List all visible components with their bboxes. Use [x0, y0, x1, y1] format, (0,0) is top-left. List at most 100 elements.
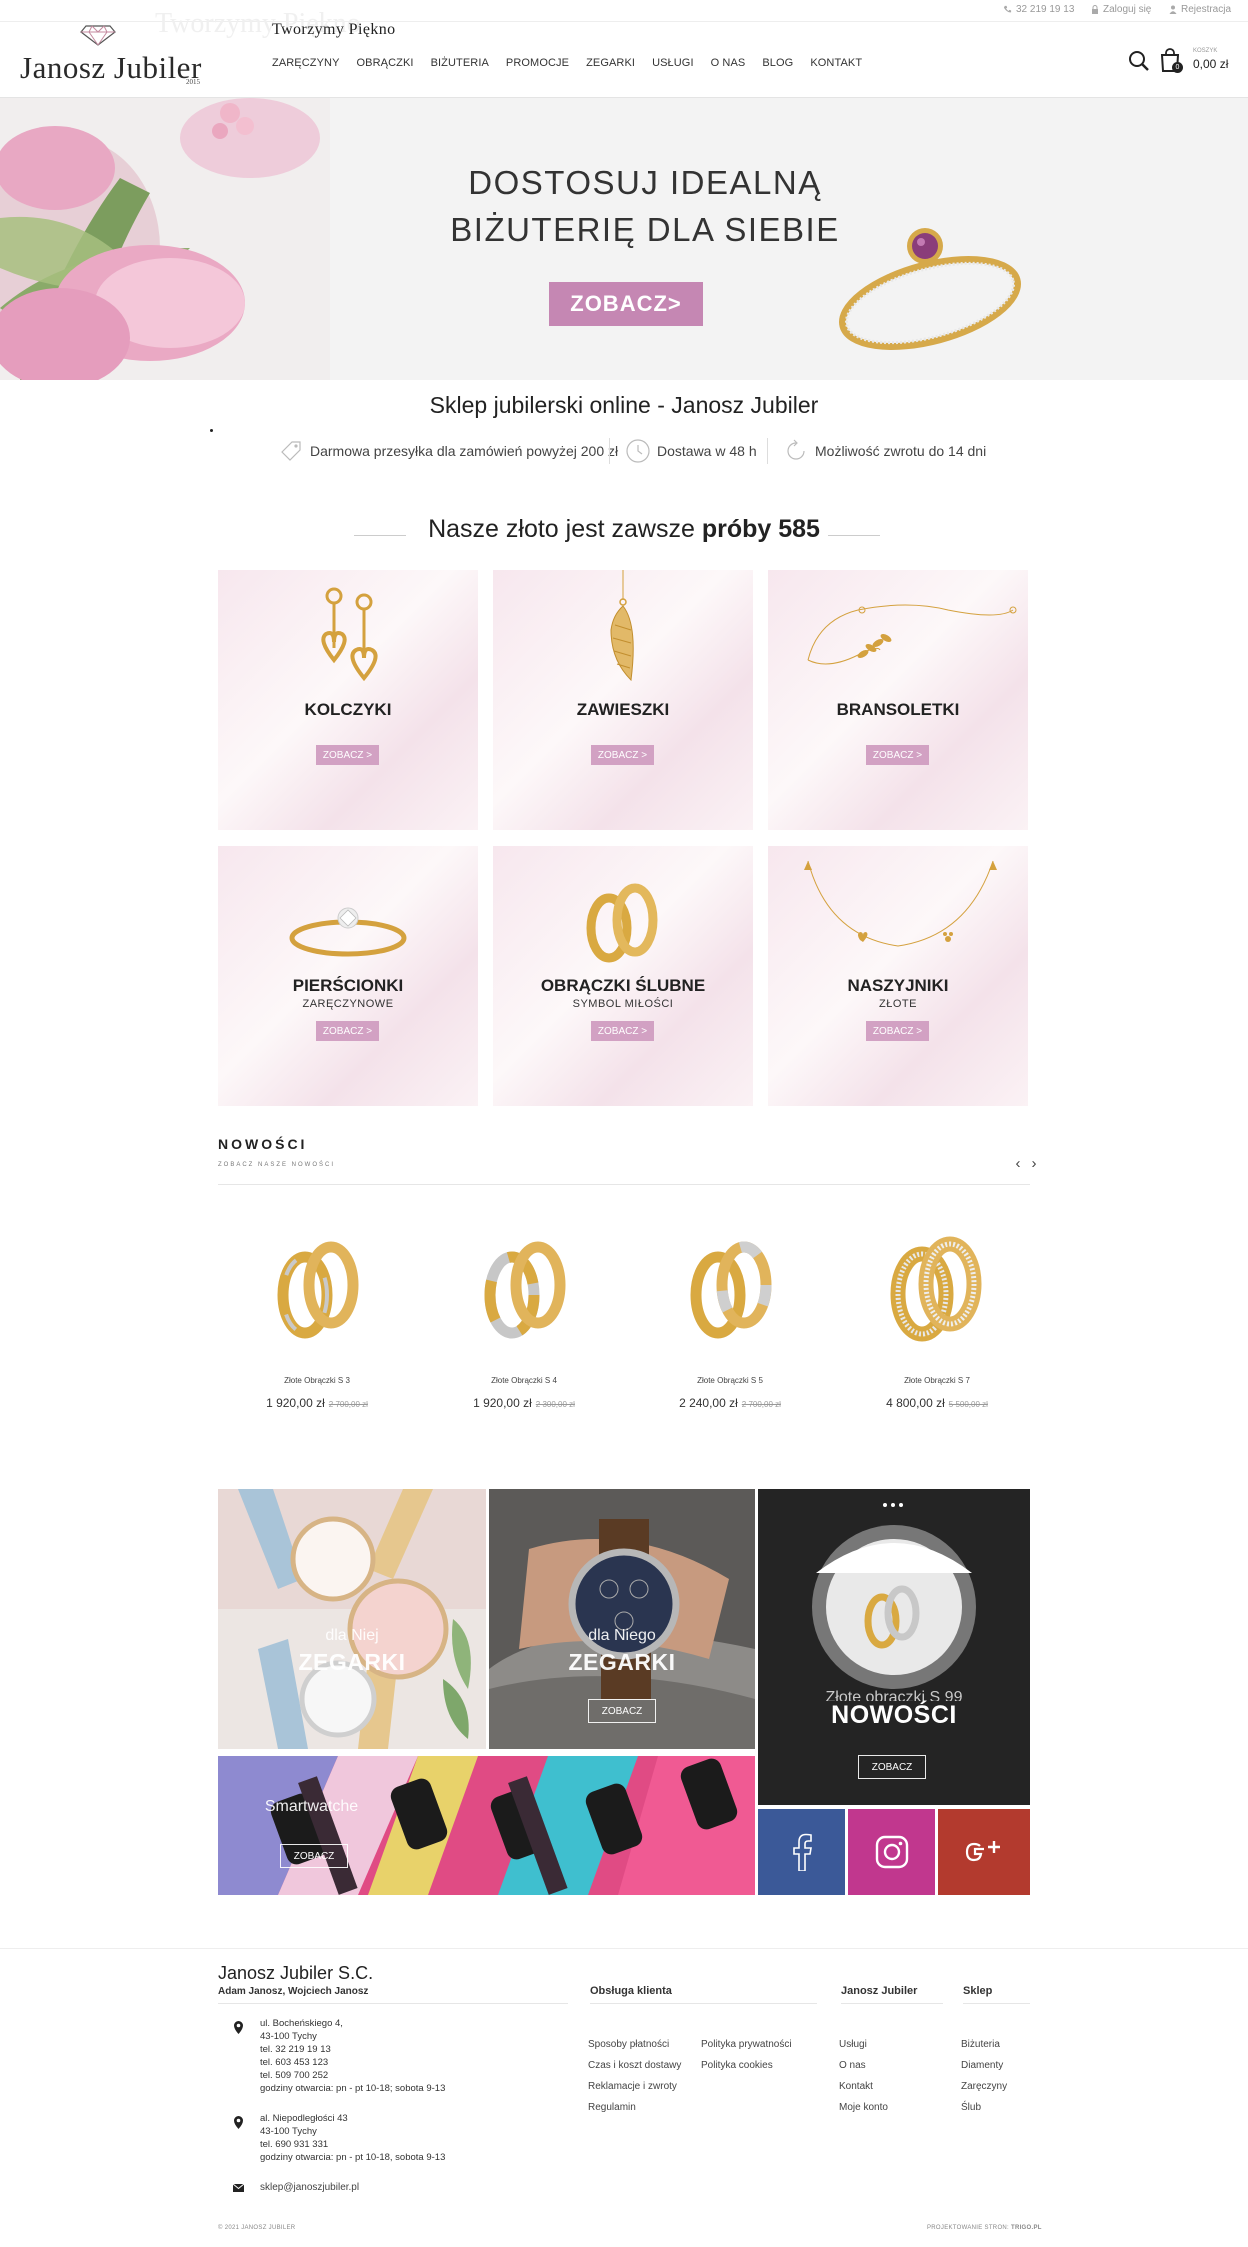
- footer-link[interactable]: Kontakt: [839, 2081, 873, 2092]
- product-card[interactable]: Złote Obrączki S 4 1 920,00 zł 2 300,00 z…: [434, 1220, 614, 1420]
- nav-item-bizuteria[interactable]: BIŻUTERIA: [431, 57, 489, 69]
- phone-text: 32 219 19 13: [1016, 4, 1075, 15]
- product-card[interactable]: Złote Obrączki S 3 1 920,00 zł 2 700,00 z…: [227, 1220, 407, 1420]
- promo-watches-her[interactable]: dla Niej ZEGARKI: [218, 1489, 486, 1749]
- footer-link[interactable]: Regulamin: [588, 2102, 636, 2113]
- category-button[interactable]: ZOBACZ >: [866, 1021, 929, 1041]
- category-button[interactable]: ZOBACZ >: [591, 745, 654, 765]
- promo-new-button[interactable]: ZOBACZ: [858, 1755, 926, 1779]
- nav-item-obraczki[interactable]: OBRĄCZKI: [357, 57, 414, 69]
- footer-link[interactable]: Sposoby płatności: [588, 2039, 669, 2050]
- promo-her-subtitle: dla Niej: [325, 1627, 379, 1644]
- register-link[interactable]: Rejestracja: [1169, 4, 1231, 15]
- category-button[interactable]: ZOBACZ >: [866, 745, 929, 765]
- wing-pendant-image: [610, 570, 634, 682]
- instagram-link[interactable]: [848, 1809, 935, 1895]
- category-subtitle: ZARĘCZYNOWE: [302, 998, 394, 1010]
- product-old-price: 2 700,00 zł: [741, 1400, 781, 1409]
- nav-item-uslugi[interactable]: USŁUGI: [652, 57, 694, 69]
- category-tile-kolczyki[interactable]: KOLCZYKI ZOBACZ >: [218, 570, 478, 830]
- engagement-ring-image: [289, 907, 407, 957]
- hero-line-1: DOSTOSUJ IDEALNĄ: [468, 164, 822, 201]
- tulips-image: [0, 98, 330, 380]
- product-card[interactable]: Złote Obrączki S 5 2 240,00 zł 2 700,00 z…: [640, 1220, 820, 1420]
- cart-count-badge: 0: [1172, 62, 1183, 73]
- phone-link[interactable]: 32 219 19 13: [1003, 4, 1074, 15]
- category-button[interactable]: ZOBACZ >: [316, 745, 379, 765]
- footer-link[interactable]: Zaręczyny: [961, 2081, 1007, 2092]
- address-line: tel. 690 931 331: [260, 2139, 329, 2150]
- copyright: © 2021 JANOSZ JUBILER: [218, 2225, 296, 2231]
- nav-item-o-nas[interactable]: O NAS: [711, 57, 746, 69]
- cart[interactable]: 0 KOSZYK 0,00 zł: [1158, 46, 1238, 76]
- slider-dot[interactable]: [891, 1503, 895, 1507]
- slider-dot[interactable]: [899, 1503, 903, 1507]
- promo-new-products[interactable]: Złote obrączki S 99 NOWOŚCI ZOBACZ: [758, 1489, 1030, 1805]
- facebook-icon: [792, 1833, 812, 1871]
- carousel-next-button[interactable]: ›: [1028, 1156, 1040, 1171]
- footer-link[interactable]: Reklamacje i zwroty: [588, 2081, 677, 2092]
- product-image: [484, 1241, 566, 1339]
- footer-rule: [963, 2003, 1030, 2004]
- category-title: KOLCZYKI: [304, 700, 392, 719]
- credit-link[interactable]: TRIGO.PL: [1011, 2225, 1042, 2231]
- footer-link[interactable]: Polityka prywatności: [701, 2039, 792, 2050]
- register-text: Rejestracja: [1181, 4, 1232, 15]
- login-link[interactable]: Zaloguj się: [1091, 4, 1151, 15]
- category-tile-naszyjniki[interactable]: NASZYJNIKI ZŁOTE ZOBACZ >: [768, 846, 1028, 1106]
- facebook-link[interactable]: [758, 1809, 845, 1895]
- footer-link[interactable]: Biżuteria: [961, 2039, 1000, 2050]
- category-tile-pierscionki[interactable]: PIERŚCIONKI ZARĘCZYNOWE ZOBACZ >: [218, 846, 478, 1106]
- hero-banner[interactable]: DOSTOSUJ IDEALNĄ BIŻUTERIĘ DLA SIEBIE ZO…: [0, 98, 1248, 380]
- product-image: [690, 1241, 772, 1339]
- nav-item-promocje[interactable]: PROMOCJE: [506, 57, 569, 69]
- footer-link[interactable]: Czas i koszt dostawy: [588, 2060, 681, 2071]
- footer-link[interactable]: Moje konto: [839, 2102, 888, 2113]
- footer-link[interactable]: Polityka cookies: [701, 2060, 773, 2071]
- new-section-rule: [218, 1184, 1030, 1185]
- perk-delivery-text: Dostawa w 48 h: [657, 443, 757, 459]
- category-tile-obraczki[interactable]: OBRĄCZKI ŚLUBNE SYMBOL MIŁOŚCI ZOBACZ >: [493, 846, 753, 1106]
- search-icon[interactable]: [1128, 50, 1150, 72]
- address-line: ul. Bocheńskiego 4,: [260, 2018, 343, 2029]
- footer-link[interactable]: O nas: [839, 2060, 866, 2071]
- address-line: tel. 32 219 19 13: [260, 2044, 331, 2055]
- promo-watches-him[interactable]: dla Niego ZEGARKI ZOBACZ: [489, 1489, 755, 1749]
- category-tile-bransoletki[interactable]: BRANSOLETKI ZOBACZ >: [768, 570, 1028, 830]
- gold-heading: Nasze złoto jest zawsze próby 585: [354, 515, 894, 555]
- logo-year: 2015: [186, 78, 200, 86]
- hero-cta-button[interactable]: ZOBACZ>: [549, 282, 703, 326]
- bracelet-image: [807, 604, 1017, 665]
- wedding-rings-image: [586, 883, 658, 963]
- address-line: 43-100 Tychy: [260, 2126, 317, 2137]
- footer-email[interactable]: sklep@janoszjubiler.pl: [260, 2182, 359, 2193]
- footer-owners: Adam Janosz, Wojciech Janosz: [218, 1986, 369, 1997]
- category-button[interactable]: ZOBACZ >: [591, 1021, 654, 1041]
- promo-smart-button[interactable]: ZOBACZ: [280, 1844, 348, 1868]
- category-button[interactable]: ZOBACZ >: [316, 1021, 379, 1041]
- promo-smartwatches[interactable]: Smartwatche ZOBACZ: [218, 1756, 755, 1895]
- logo[interactable]: Janosz Jubiler 2015: [18, 25, 208, 92]
- product-card[interactable]: Złote Obrączki S 7 4 800,00 zł 5 500,00 z…: [847, 1220, 1027, 1420]
- footer-link[interactable]: Diamenty: [961, 2060, 1003, 2071]
- promo-him-button[interactable]: ZOBACZ: [588, 1699, 656, 1723]
- credit-label: PROJEKTOWANIE STRON:: [927, 2225, 1010, 2231]
- slider-dots[interactable]: [883, 1503, 907, 1509]
- clock-icon: [626, 439, 650, 463]
- gold-text: Nasze złoto jest zawsze: [428, 515, 695, 543]
- login-text: Zaloguj się: [1103, 4, 1152, 15]
- nav-item-zareczyny[interactable]: ZARĘCZYNY: [272, 57, 340, 69]
- google-plus-link[interactable]: [938, 1809, 1030, 1895]
- footer-link[interactable]: Usługi: [839, 2039, 867, 2050]
- carousel-prev-button[interactable]: ‹: [1012, 1156, 1024, 1171]
- nav-item-blog[interactable]: BLOG: [762, 57, 793, 69]
- footer-col-title: Janosz Jubiler: [841, 1985, 918, 1997]
- address-line: godziny otwarcia: pn - pt 10-18; sobota …: [260, 2083, 446, 2094]
- nav-item-kontakt[interactable]: KONTAKT: [810, 57, 862, 69]
- nav-item-zegarki[interactable]: ZEGARKI: [586, 57, 635, 69]
- lock-icon: [1092, 5, 1098, 14]
- footer-link[interactable]: Ślub: [961, 2102, 981, 2113]
- address-line: al. Niepodległości 43: [260, 2113, 348, 2124]
- category-tile-zawieszki[interactable]: ZAWIESZKI ZOBACZ >: [493, 570, 753, 830]
- slider-dot[interactable]: [883, 1503, 887, 1507]
